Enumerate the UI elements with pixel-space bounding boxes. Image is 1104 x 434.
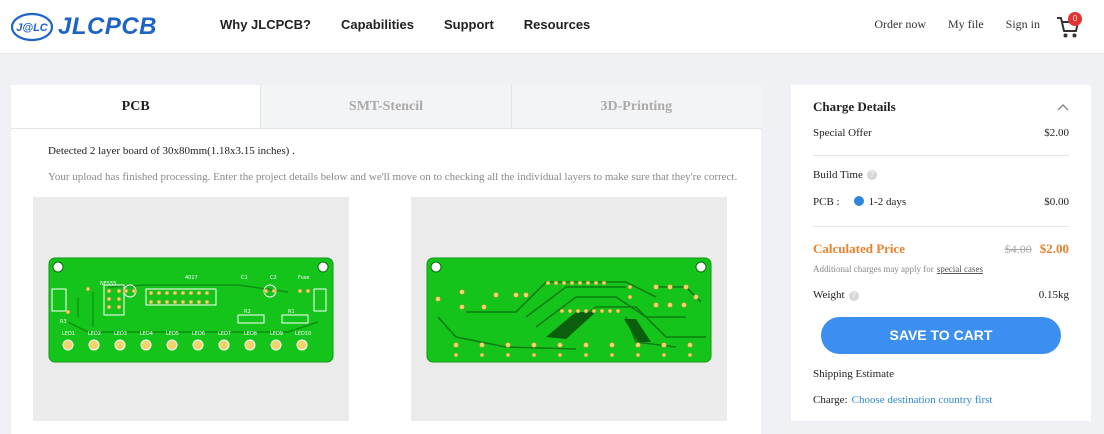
order-now-link[interactable]: Order now <box>874 17 926 32</box>
silk-led2: LED2 <box>88 331 101 337</box>
tab-pcb[interactable]: PCB <box>11 85 261 128</box>
tab-smt-stencil[interactable]: SMT-Stencil <box>260 85 511 128</box>
note-text: Additional charges may apply for <box>813 264 934 274</box>
special-offer-row: Special Offer $2.00 <box>813 127 1069 139</box>
silk-led3: LED3 <box>114 331 127 337</box>
additional-charges-note: Additional charges may apply for special… <box>813 264 1069 274</box>
choose-country-link[interactable]: Choose destination country first <box>852 394 993 406</box>
charge-label: Charge: <box>813 394 848 406</box>
logo-mark-text: J@LC <box>16 22 49 34</box>
product-tabs: PCB SMT-Stencil 3D-Printing <box>11 85 761 129</box>
silk-c1: C1 <box>241 275 248 281</box>
silk-c2: C2 <box>270 275 277 281</box>
silk-4017: 4017 <box>185 275 198 281</box>
cart-count-badge: 0 <box>1068 12 1082 26</box>
help-icon[interactable]: ? <box>866 170 877 180</box>
pcb-top-image: 4017 C1 C2 Fuse NE555 R1 R2 R3 LED1 LED2… <box>48 257 334 363</box>
pcb-top-preview: 4017 C1 C2 Fuse NE555 R1 R2 R3 LED1 LED2… <box>33 197 349 421</box>
silk-led6: LED6 <box>192 331 205 337</box>
chevron-up-icon[interactable] <box>1057 103 1069 111</box>
upload-status-text: Your upload has finished processing. Ent… <box>48 171 738 183</box>
special-cases-link[interactable]: special cases <box>937 264 983 274</box>
shipping-estimate-label: Shipping Estimate <box>813 368 894 380</box>
build-time-row: Build Time ? <box>813 169 1069 181</box>
silk-r3: R3 <box>60 319 67 325</box>
save-to-cart-button[interactable]: SAVE TO CART <box>821 317 1061 354</box>
charge-details-title: Charge Details <box>813 99 896 114</box>
silk-led7: LED7 <box>218 331 231 337</box>
charge-details-panel: Charge Details Special Offer $2.00 Build… <box>791 85 1091 421</box>
silk-fuse: Fuse <box>298 275 309 281</box>
silk-led4: LED4 <box>140 331 153 337</box>
upload-panel: PCB SMT-Stencil 3D-Printing Detected 2 l… <box>11 85 761 434</box>
pcb-bottom-image <box>426 257 712 363</box>
divider <box>813 226 1069 227</box>
sign-in-link[interactable]: Sign in <box>1006 17 1040 32</box>
pcb-build-row: PCB : 1-2 days $0.00 <box>813 196 1069 208</box>
detected-board-text: Detected 2 layer board of 30x80mm(1.18x3… <box>48 145 295 157</box>
silk-led10: LED10 <box>295 331 311 337</box>
account-nav: Order now My file Sign in <box>852 17 1040 32</box>
silk-ne555: NE555 <box>100 281 116 287</box>
pcb-bottom-preview <box>411 197 727 421</box>
discounted-price: $2.00 <box>1039 241 1069 256</box>
logo-text: JLCPCB <box>58 13 158 40</box>
build-time-label: Build Time <box>813 169 863 181</box>
top-header: J@LC JLCPCB Why JLCPCB? Capabilities Sup… <box>0 0 1104 54</box>
tab-3d-printing[interactable]: 3D-Printing <box>510 85 761 128</box>
pcb-build-price: $0.00 <box>1044 196 1069 208</box>
logo-mark-icon: J@LC <box>10 12 54 42</box>
special-offer-value: $2.00 <box>1044 127 1069 139</box>
original-price: $4.00 <box>1004 242 1032 256</box>
silk-led8: LED8 <box>244 331 257 337</box>
jlcpcb-logo[interactable]: J@LC JLCPCB <box>10 9 157 45</box>
calculated-price-label: Calculated Price <box>813 241 906 256</box>
shipping-charge-row: Charge: Choose destination country first <box>813 394 1069 406</box>
help-icon[interactable]: ? <box>848 291 859 301</box>
special-offer-label: Special Offer <box>813 127 872 139</box>
calculated-price-row: Calculated Price $4.00 $2.00 <box>813 241 1069 257</box>
silk-led5: LED5 <box>166 331 179 337</box>
shipping-estimate-row: Shipping Estimate <box>813 368 1069 380</box>
pcb-build-option[interactable]: 1-2 days <box>869 196 907 208</box>
weight-value: 0.15kg <box>1038 289 1069 301</box>
nav-capabilities[interactable]: Capabilities <box>341 17 414 32</box>
nav-resources[interactable]: Resources <box>524 17 590 32</box>
build-time-radio[interactable] <box>853 196 864 206</box>
silk-led1: LED1 <box>62 331 75 337</box>
main-nav: Why JLCPCB? Capabilities Support Resourc… <box>220 17 620 32</box>
my-file-link[interactable]: My file <box>948 17 984 32</box>
silk-r1: R1 <box>288 309 295 315</box>
nav-why-jlcpcb[interactable]: Why JLCPCB? <box>220 17 311 32</box>
silk-r2: R2 <box>244 309 251 315</box>
divider <box>813 155 1069 156</box>
silk-led9: LED9 <box>270 331 283 337</box>
weight-label: Weight <box>813 289 845 301</box>
pcb-build-label: PCB : <box>813 196 840 208</box>
nav-support[interactable]: Support <box>444 17 494 32</box>
weight-row: Weight? 0.15kg <box>813 289 1069 301</box>
charge-details-header[interactable]: Charge Details <box>813 99 1069 115</box>
